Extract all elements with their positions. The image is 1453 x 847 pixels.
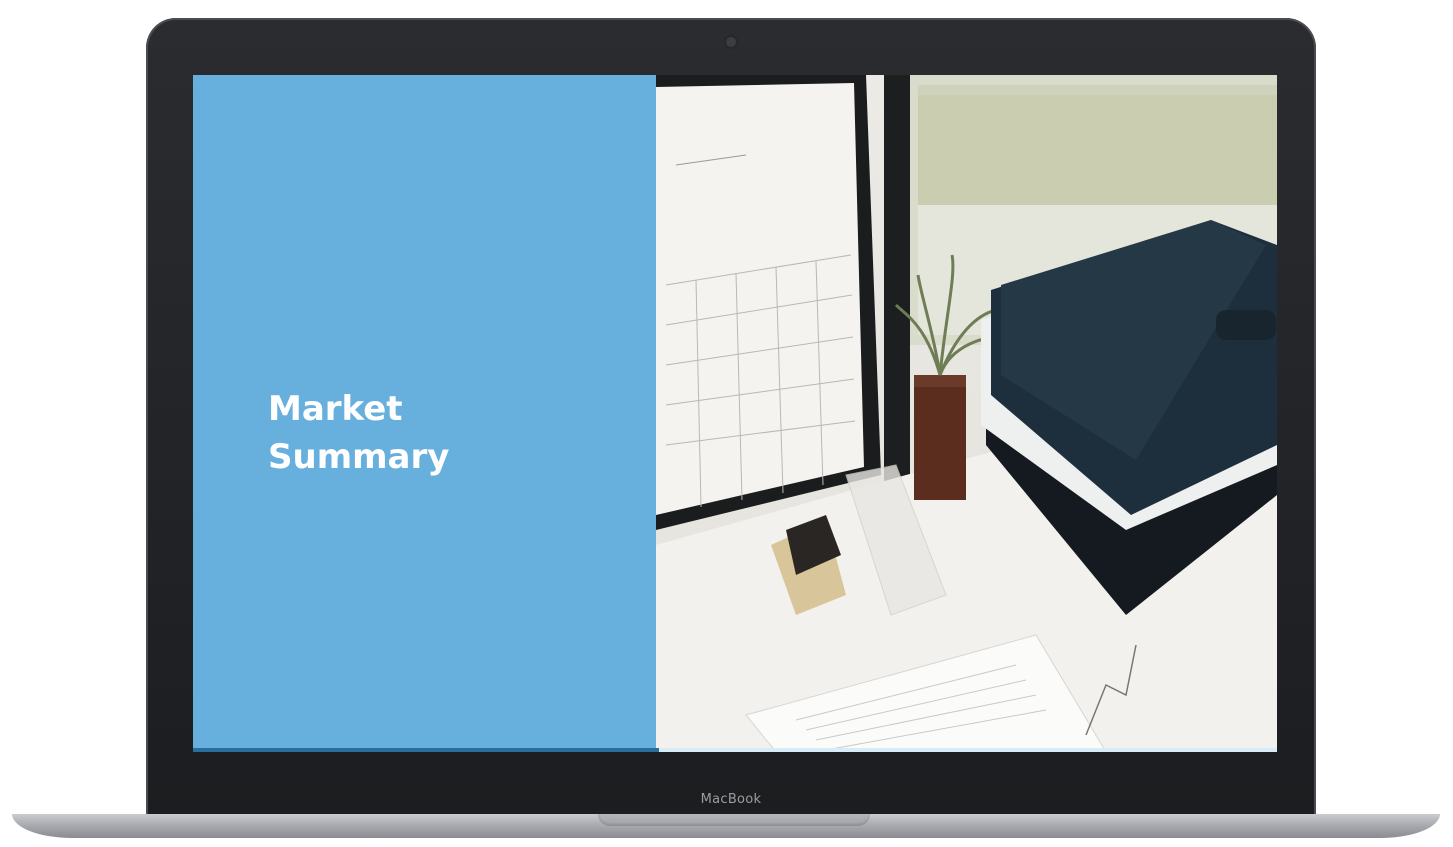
webcam-icon — [726, 37, 736, 47]
device-brand-label: MacBook — [700, 792, 762, 807]
slide-progress-track — [193, 748, 1277, 752]
slide-progress-fill — [193, 748, 660, 752]
desk-photo-illustration — [656, 75, 1277, 752]
slide-title-line-1: Market — [268, 389, 403, 429]
laptop-mockup: Market Summary MacBook — [0, 0, 1453, 847]
slide-title-line-2: Summary — [268, 437, 450, 477]
laptop-hinge-notch — [598, 814, 870, 826]
desk-office-photo — [656, 75, 1277, 752]
slide-title: Market Summary — [268, 385, 449, 481]
laptop-lid: Market Summary MacBook — [146, 18, 1316, 818]
slide-title-panel: Market Summary — [193, 75, 656, 752]
laptop-screen: Market Summary — [193, 75, 1277, 752]
